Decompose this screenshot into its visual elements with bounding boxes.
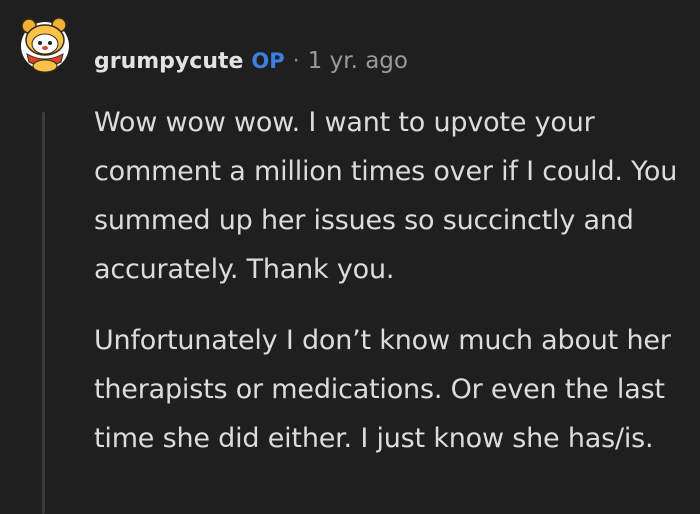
op-badge: OP <box>251 49 285 73</box>
snoo-avatar-icon <box>21 17 69 73</box>
comment-paragraph: Unfortunately I don’t know much about he… <box>94 325 671 454</box>
comment-timestamp[interactable]: 1 yr. ago <box>308 48 408 74</box>
separator-dot: · <box>292 48 300 74</box>
comment-body: Wow wow wow. I want to upvote your comme… <box>94 98 684 485</box>
comment-paragraph: Wow wow wow. I want to upvote your comme… <box>94 107 678 285</box>
thread-collapse-line[interactable] <box>42 112 45 514</box>
username-link[interactable]: grumpycute <box>94 49 243 74</box>
user-avatar[interactable] <box>15 14 75 74</box>
comment-header: grumpycute OP · 1 yr. ago <box>94 44 408 78</box>
comment: grumpycute OP · 1 yr. ago Wow wow wow. I… <box>0 0 700 514</box>
